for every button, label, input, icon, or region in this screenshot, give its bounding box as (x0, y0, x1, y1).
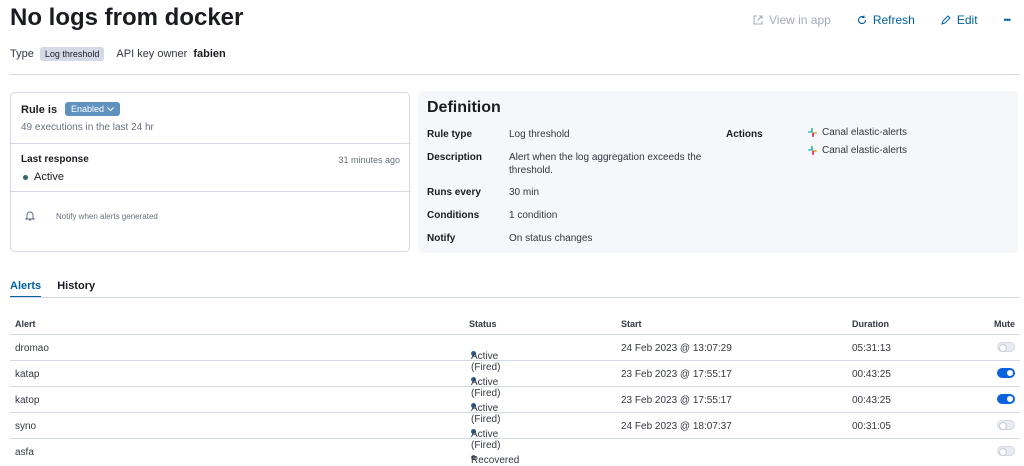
rule-enabled-dropdown[interactable]: Enabled (65, 102, 121, 116)
alert-name: asfa (15, 447, 34, 458)
runs-every-value: 30 min (509, 187, 540, 198)
alert-name: katop (15, 395, 40, 406)
col-alert-header[interactable]: Alert (15, 319, 36, 329)
alert-start: 23 Feb 2023 @ 17:55:17 (621, 369, 732, 380)
alert-name: katap (15, 369, 40, 380)
notify-value: On status changes (509, 233, 593, 244)
alert-duration: 00:43:25 (852, 395, 891, 406)
rule-type-value: Log threshold (509, 129, 570, 140)
definition-title: Definition (427, 99, 501, 116)
view-in-app-label: View in app (769, 13, 831, 27)
slack-icon (808, 145, 817, 155)
edit-button[interactable]: Edit (941, 13, 978, 27)
status-dot-icon (23, 174, 28, 180)
mute-toggle[interactable] (997, 368, 1015, 378)
type-badge: Log threshold (39, 47, 105, 61)
table-row: asfa Recovered (10, 439, 1020, 466)
external-link-icon (753, 15, 763, 25)
enabled-label: Enabled (71, 104, 105, 114)
description-label: Description (427, 152, 483, 163)
alert-start: 23 Feb 2023 @ 17:55:17 (621, 395, 732, 406)
col-duration-header[interactable]: Duration (852, 319, 889, 329)
alert-duration: 00:31:05 (852, 421, 891, 432)
edit-label: Edit (956, 13, 978, 27)
description-line-2: threshold. (509, 165, 553, 176)
conditions-label: Conditions (427, 210, 480, 221)
header-actions: View in app Refresh Edit ••• (753, 13, 1012, 27)
owner-label: API key owner (116, 48, 188, 60)
mute-toggle[interactable] (997, 394, 1015, 404)
last-response-text: Active (34, 171, 64, 183)
rule-enabled-section: Rule is Enabled 49 executions in the las… (11, 93, 409, 144)
col-start-header[interactable]: Start (621, 319, 642, 329)
refresh-button[interactable]: Refresh (857, 13, 915, 27)
rule-status-card: Rule is Enabled 49 executions in the las… (10, 92, 410, 252)
view-in-app-button[interactable]: View in app (753, 13, 831, 27)
executions-text: 49 executions in the last 24 hr (21, 122, 154, 133)
pencil-icon (941, 15, 951, 25)
bell-icon (25, 211, 35, 221)
alert-name: syno (15, 421, 37, 432)
notify-text: Notify when alerts generated (56, 212, 158, 221)
action-name: Canal elastic-alerts (822, 127, 908, 138)
status-text: Recovered (471, 455, 520, 466)
runs-every-label: Runs every (427, 187, 481, 198)
action-name: Canal elastic-alerts (822, 145, 908, 156)
tab-alerts[interactable]: Alerts (10, 280, 42, 298)
mute-toggle[interactable] (997, 446, 1015, 456)
last-response-label: Last response (21, 154, 89, 165)
alert-start: 24 Feb 2023 @ 13:07:29 (621, 343, 732, 354)
table-row: syno Active (Fired) 24 Feb 2023 @ 18:07:… (10, 413, 1020, 451)
refresh-icon (857, 15, 866, 25)
col-mute-header[interactable]: Mute (994, 319, 1015, 329)
notify-section: Notify when alerts generated (11, 191, 409, 251)
more-icon: ••• (1003, 15, 1012, 25)
action-item: Canal elastic-alerts (808, 145, 907, 156)
tab-bar: Alerts History (10, 280, 95, 298)
more-actions-button[interactable]: ••• (1003, 15, 1012, 25)
conditions-value: 1 condition (509, 210, 558, 221)
chevron-down-icon (107, 106, 114, 111)
definition-panel: Definition Rule type Log threshold Descr… (418, 91, 1018, 253)
page-title: No logs from docker (10, 4, 244, 31)
rule-is-label: Rule is (21, 104, 58, 116)
last-response-time: 31 minutes ago (338, 155, 400, 165)
slack-icon (808, 127, 817, 137)
action-item: Canal elastic-alerts (808, 127, 907, 138)
tab-history[interactable]: History (57, 280, 95, 298)
owner-value: fabien (193, 48, 226, 60)
last-response-value: Active (23, 171, 64, 183)
alert-name: dromao (15, 343, 49, 354)
col-status-header[interactable]: Status (469, 319, 497, 329)
refresh-label: Refresh (872, 13, 915, 27)
alert-start: 24 Feb 2023 @ 18:07:37 (621, 421, 732, 432)
mute-toggle[interactable] (997, 342, 1015, 352)
type-label: Type (10, 48, 34, 60)
description-line-1: Alert when the log aggregation exceeds t… (509, 152, 702, 163)
last-response-section: Last response 31 minutes ago Active (11, 143, 409, 192)
table-row: dromao Active (Fired) 24 Feb 2023 @ 13:0… (10, 335, 1020, 373)
alert-duration: 00:43:25 (852, 369, 891, 380)
tab-divider (10, 297, 1020, 298)
mute-toggle[interactable] (997, 420, 1015, 430)
table-row: katap Active (Fired) 23 Feb 2023 @ 17:55… (10, 361, 1020, 399)
header-divider (10, 74, 1020, 75)
alert-duration: 05:31:13 (852, 343, 891, 354)
table-row: katop Active (Fired) 23 Feb 2023 @ 17:55… (10, 387, 1020, 425)
rule-type-label: Rule type (427, 129, 473, 140)
rule-meta: Type Log threshold API key owner fabien (10, 47, 226, 61)
actions-label: Actions (726, 129, 763, 140)
notify-label: Notify (427, 233, 456, 244)
